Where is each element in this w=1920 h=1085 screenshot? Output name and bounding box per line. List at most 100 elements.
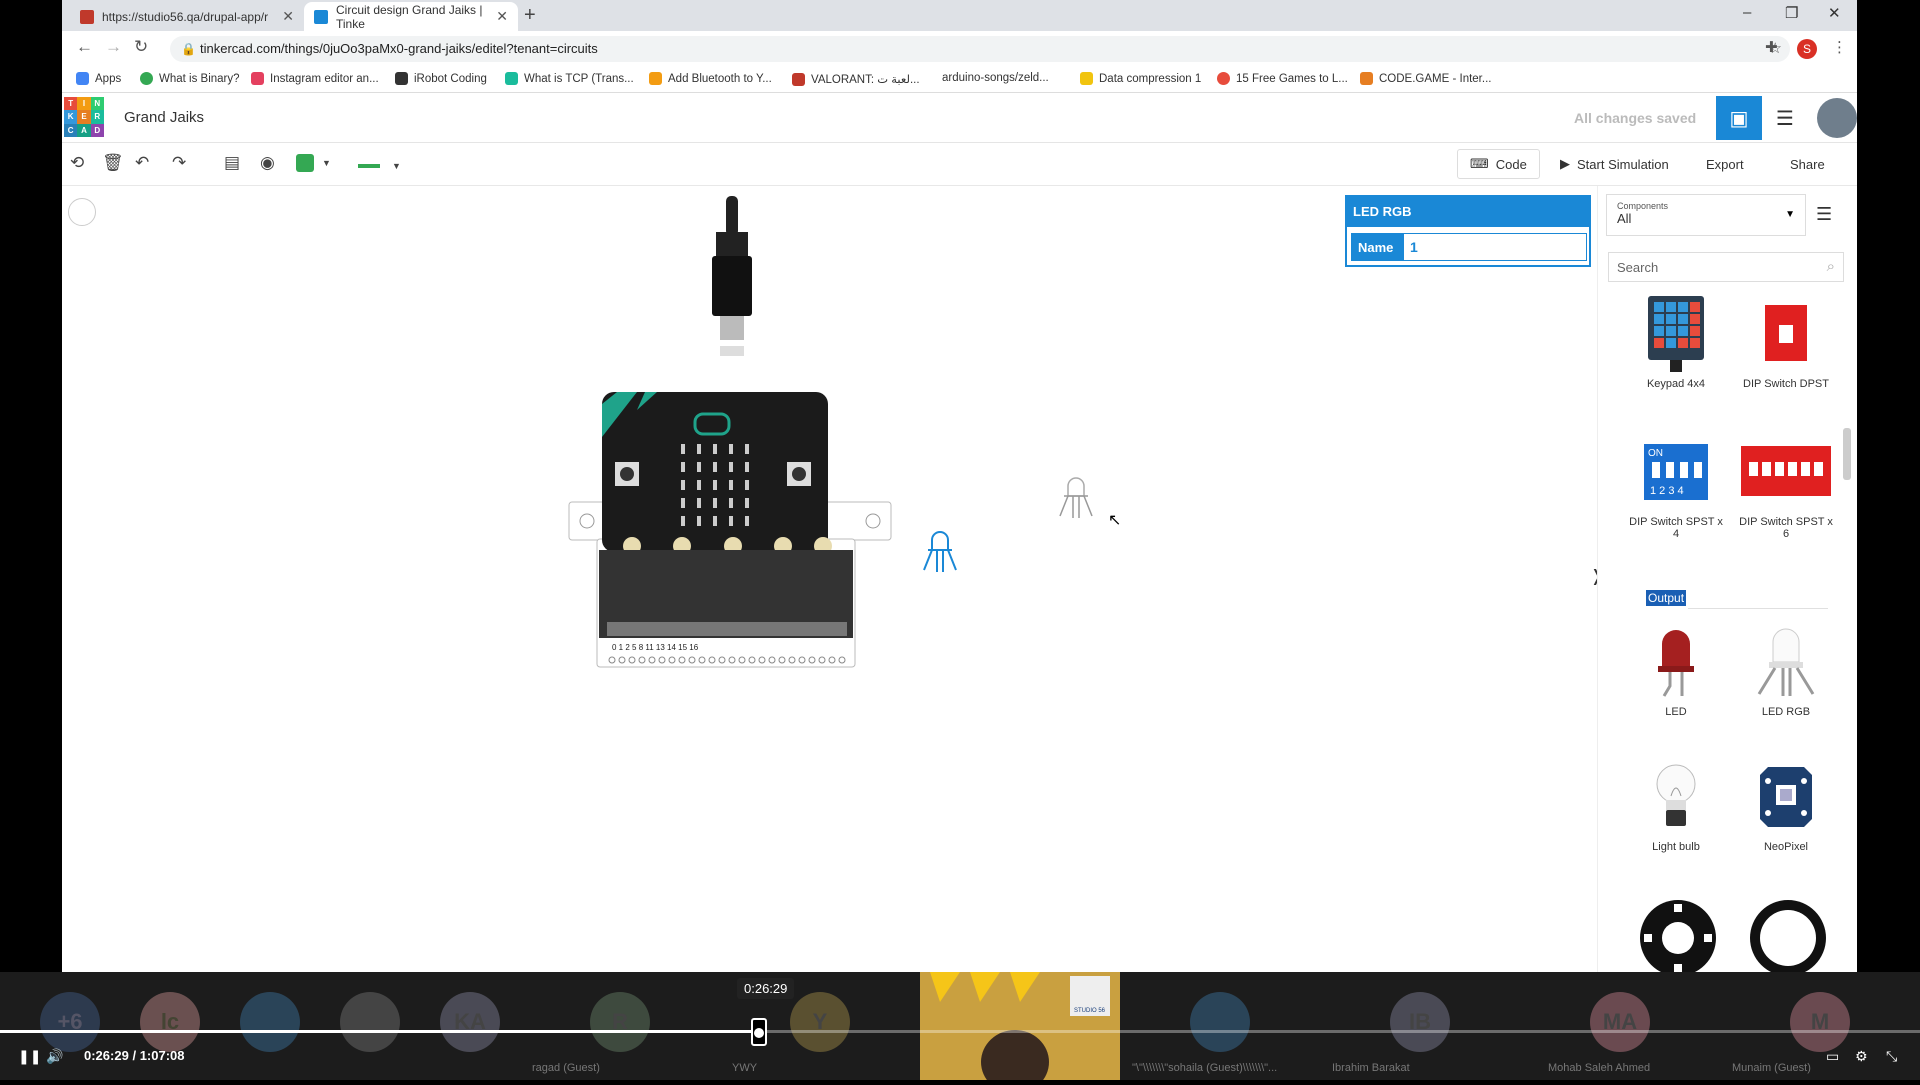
start-simulation-button[interactable]: ▶ Start Simulation: [1548, 149, 1681, 179]
minimize-icon[interactable]: –: [1743, 4, 1751, 21]
search-input[interactable]: Search ⌕: [1608, 252, 1844, 282]
bookmark-tcp[interactable]: What is TCP (Trans...: [505, 72, 634, 85]
browser-menu-icon[interactable]: ⋮: [1832, 38, 1847, 56]
extensions-icon[interactable]: ✚: [1765, 38, 1778, 56]
avatar: +6: [40, 992, 100, 1052]
code-button[interactable]: ⌨ Code: [1457, 149, 1540, 179]
bookmark-valorant[interactable]: VALORANT: لعبة ت...: [792, 72, 920, 86]
volume-icon[interactable]: 🔊: [46, 1048, 63, 1065]
tab-close-icon[interactable]: ✕: [496, 8, 508, 25]
participant-tile[interactable]: IB Ibrahim Barakat: [1320, 972, 1520, 1080]
bookmark-irobot[interactable]: iRobot Coding: [395, 72, 487, 85]
url-text: tinkercad.com/things/0juOo3paMx0-grand-j…: [200, 41, 598, 56]
tab-close-icon[interactable]: ✕: [282, 8, 294, 25]
sidebar-scrollbar-thumb[interactable]: [1843, 428, 1851, 480]
export-button[interactable]: Export: [1694, 149, 1756, 179]
participant-tile[interactable]: [220, 972, 320, 1080]
participant-tile[interactable]: [320, 972, 420, 1080]
bookmark-apps[interactable]: Apps: [76, 72, 121, 85]
forward-icon[interactable]: →: [105, 37, 122, 57]
captions-icon[interactable]: ▭: [1826, 1048, 1839, 1065]
tab-tinkercad[interactable]: Circuit design Grand Jaiks | Tinke ✕: [304, 2, 518, 31]
component-dip-switch-spst-6[interactable]: DIP Switch SPST x 6: [1736, 436, 1836, 540]
video-scrubber-handle[interactable]: [751, 1018, 767, 1046]
avatar: KA: [440, 992, 500, 1052]
name-input[interactable]: 1: [1404, 234, 1586, 260]
undo-icon[interactable]: ↶: [135, 153, 149, 173]
component-led-rgb[interactable]: LED RGB: [1736, 626, 1836, 718]
led-rgb-selected[interactable]: [918, 522, 962, 574]
bookmark-instagram[interactable]: Instagram editor an...: [251, 72, 379, 85]
participant-tile[interactable]: MA Mohab Saleh Ahmed: [1520, 972, 1720, 1080]
bookmark-arduino-songs[interactable]: arduino-songs/zeld...: [942, 72, 1049, 84]
visibility-eye-icon[interactable]: ◉: [260, 153, 275, 173]
reload-icon[interactable]: ↻: [134, 37, 148, 57]
presenter-video-tile[interactable]: STUDIO 56: [920, 972, 1120, 1085]
tinkercad-logo[interactable]: T I N K E R C A D: [64, 97, 104, 137]
bookmark-code-game[interactable]: CODE.GAME - Inter...: [1360, 72, 1491, 85]
rotate-icon[interactable]: ⟲: [70, 153, 84, 173]
exit-fullscreen-icon[interactable]: ⤡: [1886, 1048, 1897, 1065]
components-sidebar: Components All ▼ ☰ Search ⌕ Keypad 4x4 D…: [1597, 186, 1857, 972]
bookmark-favicon-icon: [395, 72, 408, 85]
presenter-video-image: STUDIO 56: [930, 972, 1110, 1085]
schematic-view-button[interactable]: ☰: [1762, 96, 1808, 140]
participant-tile[interactable]: "\"\\\\\\\"sohaila (Guest)\\\\\\\"...: [1120, 972, 1320, 1080]
bookmark-data-compression[interactable]: Data compression 1: [1080, 72, 1201, 85]
led-rgb-icon: [1757, 628, 1815, 696]
component-led[interactable]: LED: [1626, 626, 1726, 718]
microbit-board[interactable]: 0 1 2 5 8 11 13 14 15 16: [567, 392, 897, 682]
dip-switch-spst-4-icon: ON 1 2 3 4: [1644, 444, 1708, 500]
profile-avatar[interactable]: S: [1797, 39, 1817, 59]
user-avatar[interactable]: [1817, 98, 1857, 138]
inspector-title: LED RGB: [1347, 197, 1589, 227]
pause-icon[interactable]: ❚❚: [18, 1048, 41, 1065]
component-dip-switch-dpst[interactable]: DIP Switch DPST: [1736, 298, 1836, 390]
notes-icon[interactable]: ▤: [224, 153, 240, 173]
bookmark-free-games[interactable]: 15 Free Games to L...: [1217, 72, 1348, 85]
component-neopixel[interactable]: NeoPixel: [1736, 761, 1836, 853]
breakout-pin-labels: 0 1 2 5 8 11 13 14 15 16: [612, 643, 699, 652]
circuit-canvas[interactable]: 0 1 2 5 8 11 13 14 15 16 ↖ LED RGB Name …: [62, 186, 1603, 972]
component-light-bulb[interactable]: Light bulb: [1626, 761, 1726, 853]
led-rgb-ghost[interactable]: [1054, 468, 1098, 520]
close-window-icon[interactable]: ✕: [1828, 4, 1841, 22]
back-icon[interactable]: ←: [76, 37, 93, 57]
usb-cable[interactable]: [702, 196, 762, 356]
svg-text:1 2 3 4: 1 2 3 4: [1650, 485, 1684, 497]
participant-tile[interactable]: R ragad (Guest): [520, 972, 720, 1080]
list-view-icon[interactable]: ☰: [1816, 204, 1832, 225]
fill-color-picker[interactable]: ▼: [296, 154, 331, 172]
led-icon: [1658, 630, 1694, 697]
save-status: All changes saved: [1574, 110, 1697, 126]
component-dip-switch-spst-4[interactable]: ON 1 2 3 4 DIP Switch SPST x 4: [1626, 436, 1726, 540]
component-keypad-4x4[interactable]: Keypad 4x4: [1626, 296, 1726, 390]
wire-color-picker[interactable]: ▼: [358, 161, 401, 171]
bookmark-bluetooth[interactable]: Add Bluetooth to Y...: [649, 72, 772, 85]
studio56-favicon-icon: [80, 9, 94, 24]
new-tab-button[interactable]: +: [524, 4, 536, 27]
participant-tile[interactable]: lc: [120, 972, 220, 1080]
video-progress-bar[interactable]: [0, 1030, 1920, 1033]
zoom-fit-button[interactable]: [68, 198, 96, 226]
participant-name: Ibrahim Barakat: [1332, 1062, 1410, 1074]
circuit-view-button[interactable]: ▣: [1716, 96, 1762, 140]
bookmark-favicon-icon: [649, 72, 662, 85]
design-title[interactable]: Grand Jaiks: [124, 109, 204, 126]
delete-icon[interactable]: 🗑: [102, 153, 124, 173]
participant-tile[interactable]: KA: [420, 972, 520, 1080]
avatar: Y: [790, 992, 850, 1052]
bookmarks-bar: Apps What is Binary? Instagram editor an…: [62, 66, 1857, 93]
share-button[interactable]: Share: [1778, 149, 1837, 179]
svg-text:ON: ON: [1648, 448, 1663, 459]
redo-icon[interactable]: ↷: [172, 153, 186, 173]
tab-studio56[interactable]: https://studio56.qa/drupal-app/r ✕: [70, 2, 304, 31]
neopixel-icon: [1760, 767, 1812, 827]
url-input[interactable]: 🔒 tinkercad.com/things/0juOo3paMx0-grand…: [170, 36, 1790, 62]
bookmark-binary[interactable]: What is Binary?: [140, 72, 240, 85]
components-dropdown[interactable]: Components All ▼: [1606, 194, 1806, 236]
settings-gear-icon[interactable]: ⚙: [1855, 1048, 1868, 1065]
restore-icon[interactable]: ❐: [1785, 4, 1798, 22]
sidebar-scrollbar[interactable]: [1843, 294, 1851, 774]
section-divider: [1688, 608, 1828, 609]
